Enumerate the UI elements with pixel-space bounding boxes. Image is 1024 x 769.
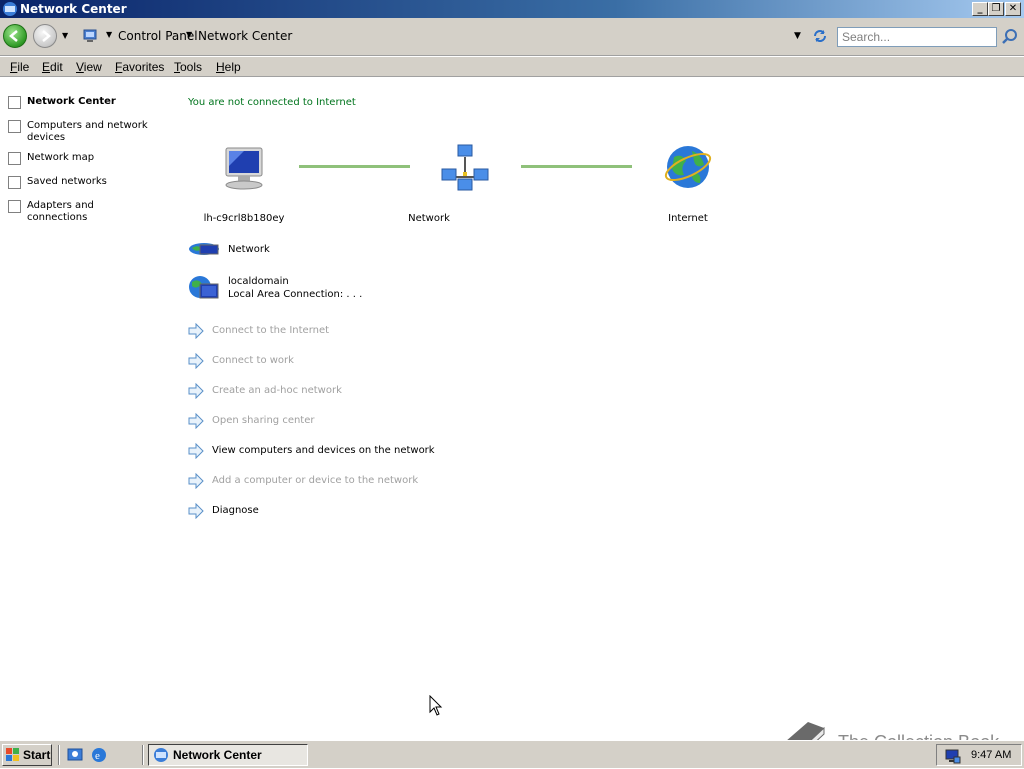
taskbar-separator [58,745,60,765]
internet-globe-icon[interactable] [664,143,712,191]
internet-explorer-icon[interactable]: e [90,746,108,764]
menu-view[interactable]: View [76,60,102,74]
network-icon[interactable] [440,143,490,193]
sidebar-item-label: Network Center [27,96,116,107]
window-title: Network Center [20,2,127,16]
control-panel-icon [83,29,97,42]
title-bar[interactable]: Network Center _ ❐ ✕ [0,0,1024,18]
network-domain-icon[interactable] [188,274,220,302]
task-label: Diagnose [212,505,259,516]
arrow-right-icon [188,353,204,369]
restore-button[interactable]: ❐ [988,2,1004,16]
back-button[interactable] [3,24,27,48]
forward-button[interactable] [33,24,57,48]
search-icon[interactable] [1001,28,1019,46]
network-tray-icon[interactable] [945,748,961,764]
arrow-right-icon [188,503,204,519]
page-icon [8,96,21,109]
task-label: Create an ad-hoc network [212,385,342,396]
sidebar-item-label: Computers and network devices [27,120,148,143]
menu-file[interactable]: File [10,60,29,74]
menu-tools[interactable]: Tools [174,60,202,74]
windows-logo-icon [6,748,19,761]
taskbar-item-network-center[interactable]: Network Center [148,744,308,766]
start-label: Start [23,748,51,762]
breadcrumb-arrow-icon[interactable]: ▼ [106,30,112,39]
computer-icon[interactable] [220,146,270,190]
internet-label: Internet [668,213,708,224]
page-icon [8,120,21,133]
clock[interactable]: 9:47 AM [971,749,1011,761]
page-icon [8,200,21,213]
connection-line [299,165,410,168]
network-label: Network [408,213,450,224]
address-dropdown-icon[interactable]: ▼ [794,31,801,41]
network-name[interactable]: Network [228,243,270,256]
arrow-right-icon [188,413,204,429]
connection-status: You are not connected to Internet [188,97,356,108]
refresh-icon[interactable] [812,28,828,44]
minimize-button[interactable]: _ [972,2,988,16]
menu-bar: File Edit View Favorites Tools Help [0,57,1024,77]
arrow-right-icon [188,323,204,339]
sidebar-item-label: Adapters and connections [27,200,94,223]
svg-text:e: e [95,750,100,762]
page-icon [8,152,21,165]
mouse-cursor-icon [429,695,443,716]
sidebar-item-label: Network map [27,152,95,163]
menu-favorites[interactable]: Favorites [115,60,164,74]
task-label: Add a computer or device to the network [212,475,419,486]
system-tray: 9:47 AM [936,744,1022,766]
show-desktop-icon[interactable] [66,746,84,764]
forward-arrow-icon [42,30,51,42]
back-arrow-icon [9,30,18,42]
connection-line [521,165,632,168]
task-label: Open sharing center [212,415,315,426]
taskbar-item-label: Network Center [173,748,262,762]
start-button[interactable]: Start [2,744,52,766]
sidebar-item-label: Saved networks [27,176,107,187]
breadcrumb-network-center[interactable]: Network Center [198,29,292,43]
address-bar: ▼ ▼ Control Panel ▼ Network Center ▼ Sea… [0,18,1024,56]
breadcrumb-arrow-icon[interactable]: ▼ [186,30,192,39]
connection-detail: Local Area Connection: . . . [228,289,363,300]
task-label: View computers and devices on the networ… [212,445,435,456]
arrow-right-icon [188,383,204,399]
close-button[interactable]: ✕ [1005,2,1021,16]
arrow-right-icon [188,443,204,459]
menu-edit[interactable]: Edit [42,60,63,74]
page-icon [8,176,21,189]
menu-help[interactable]: Help [216,60,241,74]
computer-label: lh-c9crl8b180ey [203,213,285,224]
network-center-icon [154,748,168,762]
network-center-icon [3,2,17,16]
taskbar-separator [142,745,144,765]
arrow-right-icon [188,473,204,489]
domain-name[interactable]: localdomain [228,275,289,288]
task-label: Connect to the Internet [212,325,330,336]
history-dropdown-icon[interactable]: ▼ [62,31,68,40]
task-label: Connect to work [212,355,294,366]
network-adapter-icon[interactable] [188,242,220,256]
taskbar: Start e Network Center 9:47 AM [0,740,1024,768]
search-input[interactable]: Search... [837,27,997,47]
